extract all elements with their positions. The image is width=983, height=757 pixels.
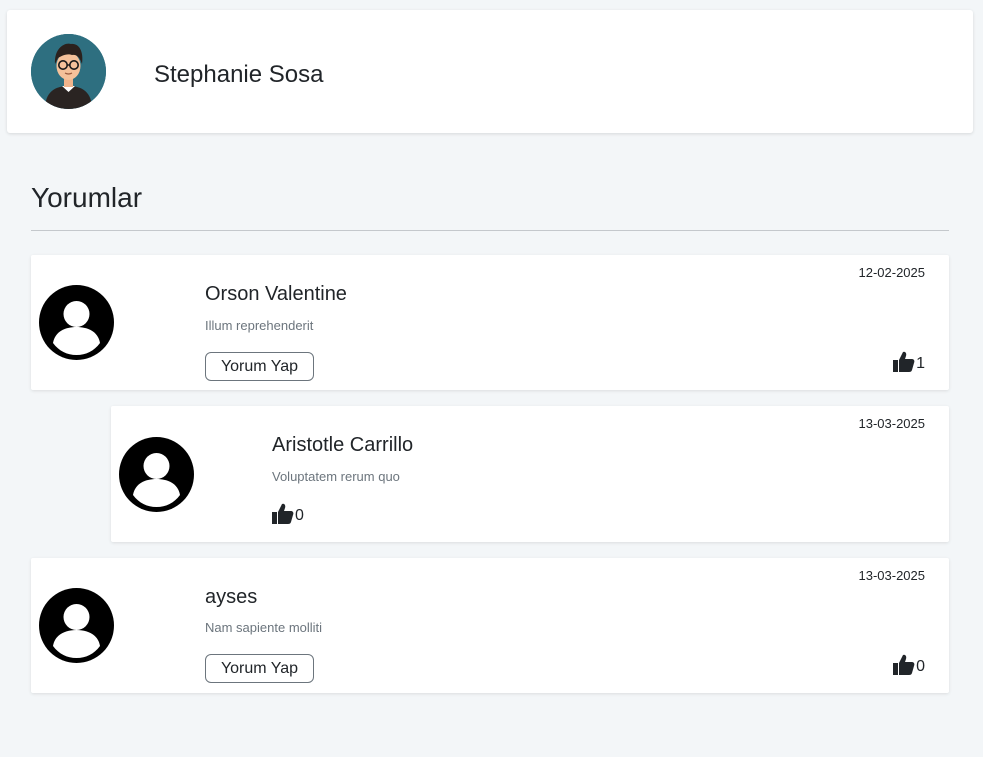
- like-count: 0: [295, 507, 304, 524]
- like-button[interactable]: 0: [272, 503, 304, 525]
- comment-text: Nam sapiente molliti: [205, 620, 323, 635]
- profile-name: Stephanie Sosa: [154, 61, 324, 88]
- comment-date: 12-02-2025: [858, 265, 926, 280]
- profile-header: Stephanie Sosa: [7, 10, 973, 133]
- comment-avatar: [39, 588, 114, 663]
- thumbs-up-icon: [893, 654, 915, 675]
- comment-text: Voluptatem rerum quo: [272, 469, 400, 484]
- user-circle-icon: [39, 588, 114, 663]
- comment-author: ayses: [205, 586, 258, 608]
- like-count: 1: [916, 355, 925, 372]
- reply-button[interactable]: Yorum Yap: [205, 352, 314, 381]
- reply-button[interactable]: Yorum Yap: [205, 654, 314, 683]
- profile-avatar: [31, 34, 106, 109]
- reply-comment-card: 13-03-2025 Aristotle Carrillo Voluptatem…: [111, 406, 949, 542]
- like-button[interactable]: 1: [893, 351, 925, 373]
- comment-author: Orson Valentine: [205, 283, 347, 305]
- user-circle-icon: [119, 437, 194, 512]
- comment-text: Illum reprehenderit: [205, 318, 314, 333]
- comment-date: 13-03-2025: [858, 568, 926, 583]
- comments-title: Yorumlar: [31, 182, 143, 213]
- thumbs-up-icon: [272, 503, 294, 524]
- comment-avatar: [39, 285, 114, 360]
- section-divider: [31, 230, 949, 231]
- thumbs-up-icon: [893, 351, 915, 372]
- comment-avatar: [119, 437, 194, 512]
- like-count: 0: [916, 658, 925, 675]
- user-circle-icon: [39, 285, 114, 360]
- user-cartoon-avatar-icon: [31, 34, 106, 109]
- like-button[interactable]: 0: [893, 654, 925, 676]
- comment-date: 13-03-2025: [858, 416, 926, 431]
- comment-card: 13-03-2025 ayses Nam sapiente molliti Yo…: [31, 558, 949, 693]
- comment-card: 12-02-2025 Orson Valentine Illum reprehe…: [31, 255, 949, 390]
- comment-author: Aristotle Carrillo: [272, 434, 414, 456]
